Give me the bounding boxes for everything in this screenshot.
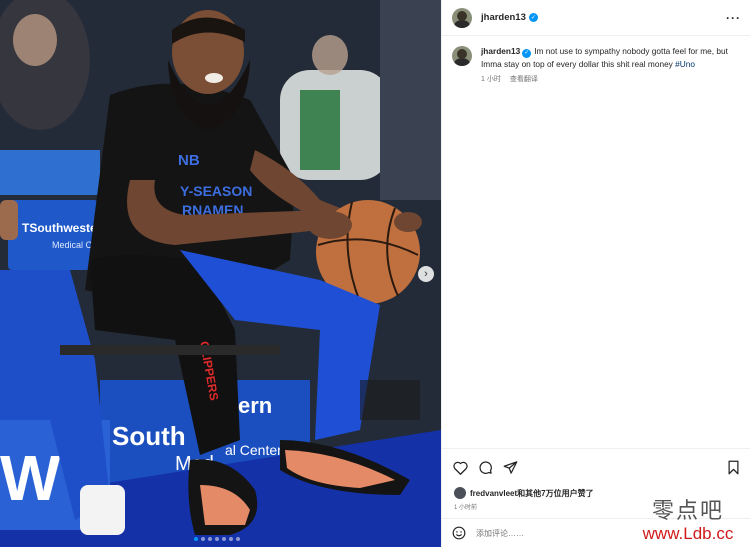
action-bar [442,448,750,486]
site-watermark: 零点吧 www.Ldb.cc [626,500,750,547]
see-translation-link[interactable]: 查看翻译 [510,74,538,87]
post-timestamp: 1 小时前 [454,505,478,511]
carousel-dot [201,537,205,541]
comment-icon[interactable] [477,460,493,476]
carousel-dot [229,537,233,541]
avatar[interactable] [452,46,472,66]
chevron-right-icon: › [424,267,428,280]
carousel-dot [222,537,226,541]
likes-summary[interactable]: fredvanvleet和其他7万位用户赞了 [454,487,594,499]
post-photo: TSouthweste Medical Ce South ern Med al … [0,0,441,547]
verified-icon: ✓ [522,48,532,58]
emoji-icon[interactable] [452,526,466,540]
court-text: W [0,442,61,514]
watermark-text: 零点吧 [651,499,724,524]
hashtag-link[interactable]: #Uno [675,59,695,69]
heart-icon[interactable] [452,460,468,476]
post-panel: jharden13 ✓ ··· jharden13 ✓ Im not use to … [441,0,750,547]
post-media: TSouthweste Medical Ce South ern Med al … [0,0,441,547]
bookmark-icon[interactable] [725,460,741,476]
carousel-dot [208,537,212,541]
carousel-indicator [194,537,240,541]
comment-input[interactable] [476,528,596,538]
verified-icon: ✓ [528,13,538,22]
banner-text: al Center [225,442,282,458]
shirt-text: NB [178,152,200,169]
author-username[interactable]: jharden13 [481,12,526,23]
avatar[interactable] [452,7,472,28]
carousel-dot [236,537,240,541]
banner-text: Medical Ce [52,240,97,250]
banner-text: ern [238,393,272,418]
carousel-dot [194,537,198,541]
likes-text[interactable]: fredvanvleet和其他7万位用户赞了 [470,488,594,499]
watermark-url: www.Ldb.cc [642,524,734,543]
post-caption: jharden13 ✓ Im not use to sympathy nobody … [452,45,744,87]
post-header: jharden13 ✓ ··· [442,0,750,36]
caption-username[interactable]: jharden13 [481,46,520,56]
post-time[interactable]: 1 小时 [481,74,501,87]
more-icon[interactable]: ··· [726,11,741,25]
avatar [454,487,466,499]
carousel-next-button[interactable]: › [418,266,434,282]
share-icon[interactable] [502,460,518,476]
banner-text: South [112,421,186,451]
banner-text: TSouthweste [22,221,97,235]
shirt-text: Y-SEASON [180,183,252,199]
carousel-dot [215,537,219,541]
